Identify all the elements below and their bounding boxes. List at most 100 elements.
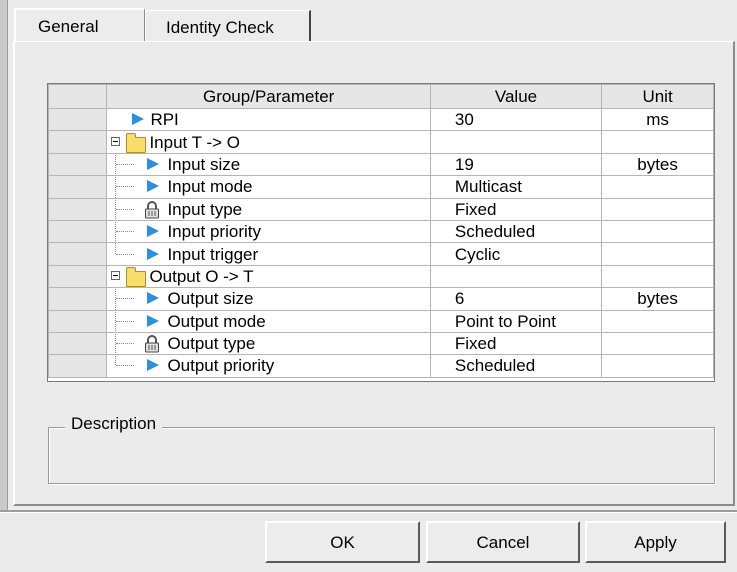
row-header-cell[interactable] (47, 197, 108, 221)
arrow-icon (147, 314, 160, 327)
table-row[interactable]: Output O -> T (47, 264, 714, 289)
parameter-label: Input trigger (167, 244, 259, 264)
table-row[interactable]: Input type Fixed (47, 197, 714, 221)
tree-connector (115, 355, 117, 366)
parameter-value-cell[interactable] (429, 264, 603, 289)
parameter-name-cell[interactable]: Input priority (106, 219, 431, 244)
parameter-value-cell[interactable]: Cyclic (429, 242, 603, 266)
parameter-value-cell[interactable]: Scheduled (429, 354, 603, 378)
folder-icon (126, 266, 147, 287)
parameter-value-cell[interactable]: Multicast (429, 175, 603, 199)
row-header-cell[interactable] (47, 287, 108, 311)
parameter-name-cell[interactable]: RPI (106, 107, 431, 132)
table-row[interactable]: RPI 30 ms (47, 107, 714, 132)
parameter-value-cell[interactable] (429, 130, 603, 154)
parameter-name-cell[interactable]: Input type (106, 197, 431, 221)
parameter-value-cell[interactable]: Fixed (429, 197, 603, 221)
parameter-value-cell[interactable]: Fixed (429, 331, 603, 356)
row-header-cell[interactable] (47, 309, 108, 333)
parameter-name-cell[interactable]: Input mode (106, 175, 431, 199)
row-header-cell[interactable] (47, 242, 108, 266)
button-bar-separator (0, 510, 737, 513)
tab-general[interactable]: General (14, 8, 145, 42)
parameter-label: Output O -> T (149, 266, 254, 286)
column-header-unit[interactable]: Unit (601, 84, 714, 109)
arrow-icon (147, 359, 160, 372)
table-row[interactable]: Output size 6 bytes (47, 287, 714, 311)
parameter-label: Output priority (167, 356, 275, 376)
row-header-cell[interactable] (47, 264, 108, 289)
parameter-unit-cell (601, 264, 714, 289)
description-label: Description (65, 414, 163, 434)
parameter-unit-cell (601, 197, 714, 221)
parameter-label: RPI (150, 110, 179, 130)
parameter-label: Input size (167, 154, 241, 174)
collapse-toggle-icon[interactable] (111, 136, 121, 146)
parameter-unit-cell (601, 242, 714, 266)
collapse-toggle-icon[interactable] (111, 270, 121, 280)
parameter-unit-cell (601, 354, 714, 378)
parameter-value-cell[interactable]: 6 (429, 287, 603, 311)
row-header-corner (47, 84, 108, 109)
table-row[interactable]: Output mode Point to Point (47, 309, 714, 333)
parameter-name-cell[interactable]: Output mode (106, 309, 431, 333)
folder-icon (126, 132, 147, 153)
parameter-unit-cell: ms (601, 107, 714, 132)
parameter-table: Group/Parameter Value Unit RPI 30 ms Input … (47, 84, 714, 378)
column-header-value[interactable]: Value (429, 84, 603, 109)
parameter-name-cell[interactable]: Output type (106, 331, 431, 356)
row-header-cell[interactable] (47, 219, 108, 244)
parameter-value-cell[interactable]: Scheduled (429, 219, 603, 244)
parameter-value-cell[interactable]: 19 (429, 152, 603, 177)
tree-connector (116, 365, 135, 367)
parameter-label: Input mode (167, 177, 253, 197)
table-row[interactable]: Output priority Scheduled (47, 354, 714, 378)
apply-button[interactable]: Apply (585, 521, 726, 563)
table-row[interactable]: Input T -> O (47, 130, 714, 154)
parameter-value-cell[interactable]: 30 (429, 107, 603, 132)
parameter-label: Output size (167, 289, 254, 309)
arrow-icon (132, 113, 145, 126)
parameter-unit-cell (601, 175, 714, 199)
lock-icon (144, 200, 160, 220)
tree-connector (115, 243, 117, 254)
column-header-group[interactable]: Group/Parameter (106, 84, 431, 109)
parameter-unit-cell (601, 309, 714, 333)
parameter-name-cell[interactable]: Output priority (106, 354, 431, 378)
parameter-unit-cell: bytes (601, 287, 714, 311)
parameter-name-cell[interactable]: Output size (106, 287, 431, 311)
parameter-grid: Group/Parameter Value Unit RPI 30 ms Input … (47, 83, 715, 382)
row-header-cell[interactable] (47, 331, 108, 356)
row-header-cell[interactable] (47, 354, 108, 378)
tree-connector (116, 320, 135, 322)
table-row[interactable]: Input mode Multicast (47, 175, 714, 199)
cancel-button[interactable]: Cancel (426, 521, 580, 563)
parameter-name-cell[interactable]: Input trigger (106, 242, 431, 266)
ok-button[interactable]: OK (265, 521, 420, 563)
arrow-icon (147, 225, 160, 238)
row-header-cell[interactable] (47, 175, 108, 199)
table-row[interactable]: Output type Fixed (47, 331, 714, 356)
parameter-value-cell[interactable]: Point to Point (429, 309, 603, 333)
tree-connector (116, 208, 135, 210)
parameter-name-cell[interactable]: Input size (106, 152, 431, 177)
row-header-cell[interactable] (47, 107, 108, 132)
table-row[interactable]: Input trigger Cyclic (47, 242, 714, 266)
parameter-name-cell[interactable]: Input T -> O (106, 130, 431, 154)
tree-connector (116, 253, 135, 255)
arrow-icon (147, 292, 160, 305)
row-header-cell[interactable] (47, 130, 108, 154)
arrow-icon (147, 157, 160, 170)
tab-identity-check[interactable]: Identity Check (145, 10, 311, 42)
table-header-row: Group/Parameter Value Unit (47, 84, 714, 109)
tree-connector (116, 298, 135, 300)
row-header-cell[interactable] (47, 152, 108, 177)
parameter-unit-cell (601, 219, 714, 244)
parameter-name-cell[interactable]: Output O -> T (106, 264, 431, 289)
parameter-label: Input T -> O (149, 132, 240, 152)
table-row[interactable]: Input priority Scheduled (47, 219, 714, 244)
table-row[interactable]: Input size 19 bytes (47, 152, 714, 177)
tree-connector (116, 231, 135, 233)
parameter-unit-cell (601, 130, 714, 154)
arrow-icon (147, 180, 160, 193)
